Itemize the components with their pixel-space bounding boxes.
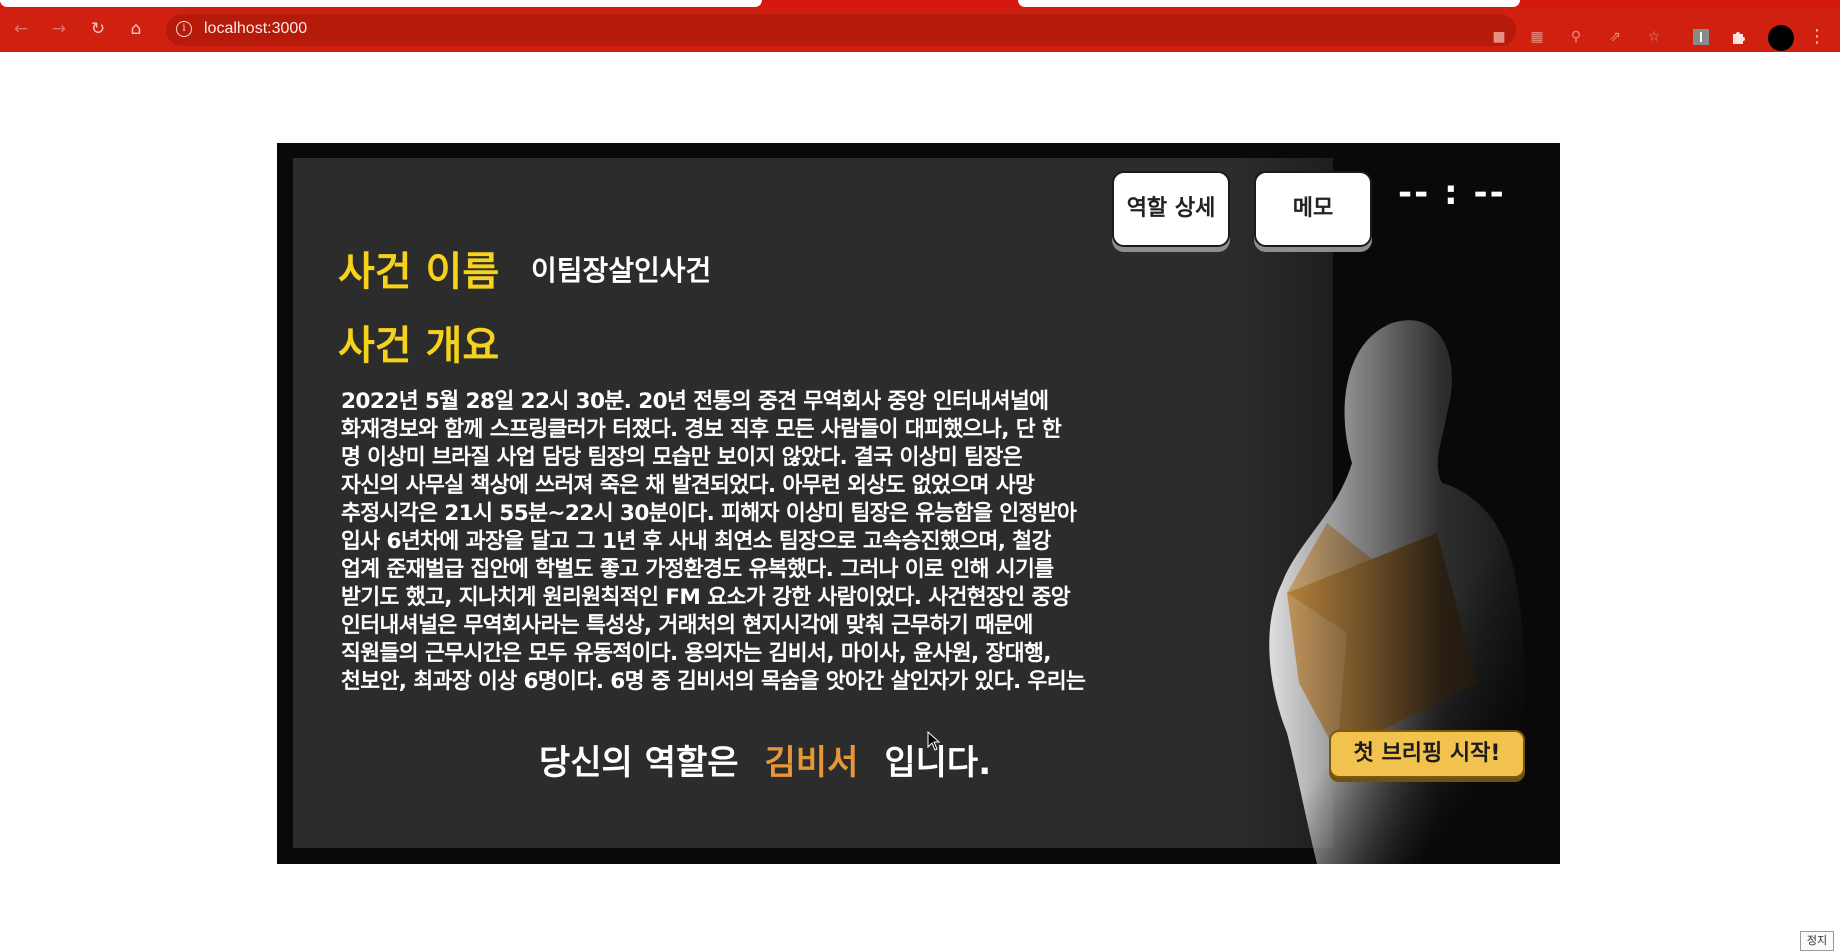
url-text[interactable]: localhost:3000 <box>204 20 307 38</box>
memo-button[interactable]: 메모 <box>1254 171 1372 247</box>
role-name: 김비서 <box>764 743 859 783</box>
mouse-cursor-icon <box>927 731 941 751</box>
case-name-value: 이팀장살인사건 <box>531 254 712 287</box>
puzzle-icon[interactable] <box>1730 28 1748 46</box>
forward-icon[interactable]: → <box>48 18 70 40</box>
game-stage: 역할 상세 메모 -- : -- 사건 이름 이팀장살인사건 사건 개요 202… <box>277 143 1560 864</box>
case-name-label: 사건 이름 <box>338 249 500 295</box>
profile-avatar[interactable] <box>1768 25 1794 51</box>
translate-icon[interactable]: ▦ <box>1528 28 1546 46</box>
menu-icon[interactable]: ⋮ <box>1808 26 1826 47</box>
browser-toolbar: ← → ↻ ⌂ i localhost:3000 ■ ▦ ⚲ ⇗ ☆ ⋮ <box>0 8 1840 52</box>
start-briefing-button[interactable]: 첫 브리핑 시작! <box>1329 730 1525 778</box>
zoom-icon[interactable]: ⚲ <box>1567 28 1585 46</box>
role-prefix: 당신의 역할은 <box>539 743 739 783</box>
back-icon[interactable]: ← <box>10 18 32 40</box>
tab-strip <box>0 0 1840 8</box>
case-summary-label: 사건 개요 <box>338 323 500 369</box>
bookmark-star-icon[interactable]: ☆ <box>1645 28 1663 46</box>
browser-tab[interactable] <box>1018 0 1520 7</box>
timer-display: -- : -- <box>1398 173 1506 213</box>
role-announcement: 당신의 역할은 김비서 입니다. <box>539 735 991 784</box>
home-icon[interactable]: ⌂ <box>125 18 147 40</box>
site-info-icon[interactable]: i <box>176 21 192 37</box>
role-detail-button[interactable]: 역할 상세 <box>1112 171 1230 247</box>
extension-icon[interactable] <box>1692 28 1710 46</box>
case-summary-text: 2022년 5월 28일 22시 30분. 20년 전통의 중견 무역회사 중앙… <box>341 389 1086 694</box>
share-icon[interactable]: ⇗ <box>1606 28 1624 46</box>
stop-badge[interactable]: 정지 <box>1800 931 1834 951</box>
address-bar[interactable]: i localhost:3000 <box>166 14 1516 46</box>
camera-icon[interactable]: ■ <box>1490 28 1508 46</box>
reload-icon[interactable]: ↻ <box>87 18 109 40</box>
browser-tab[interactable] <box>0 0 762 7</box>
